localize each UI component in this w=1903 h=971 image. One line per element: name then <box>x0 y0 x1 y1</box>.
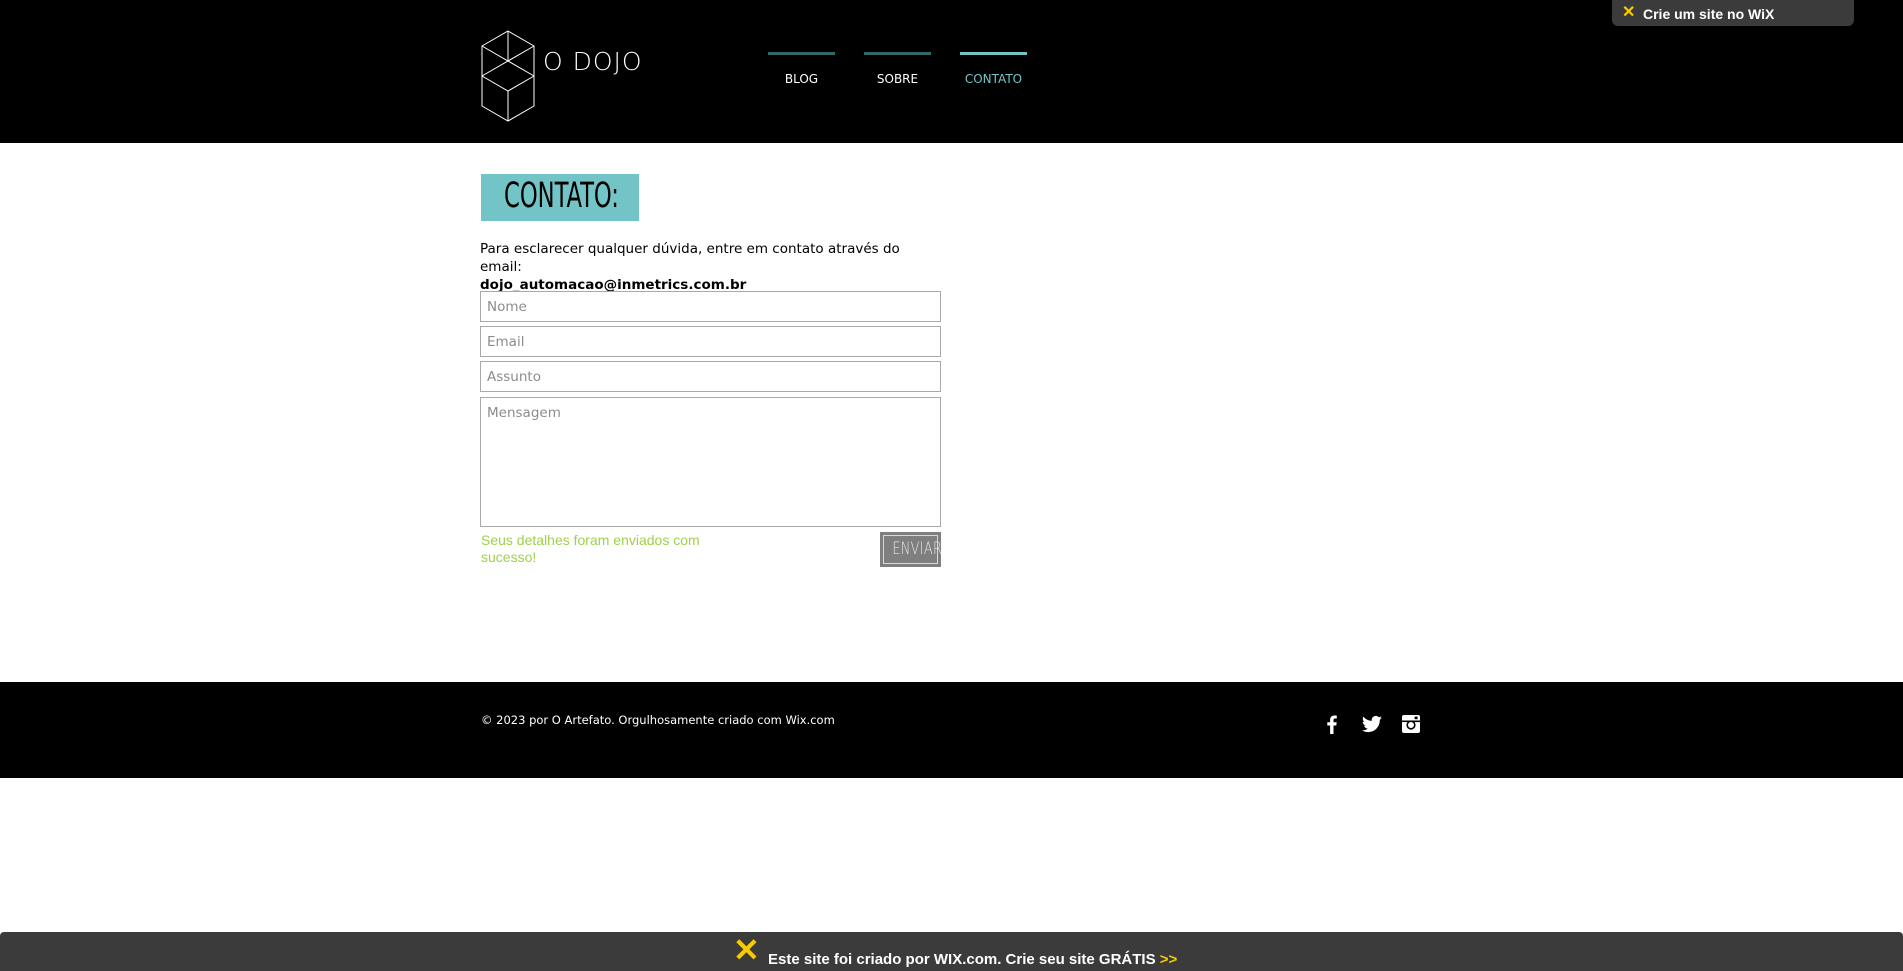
subject-field[interactable] <box>480 361 941 392</box>
wix-promo-banner[interactable]: ✕ Este site foi criado por WIX.com. Crie… <box>0 932 1903 971</box>
wix-x-icon: ✕ <box>733 932 760 968</box>
nav-item-blog[interactable]: BLOG <box>768 52 835 88</box>
success-message: Seus detalhes foram enviados com sucesso… <box>481 532 700 565</box>
message-field[interactable] <box>480 397 941 527</box>
send-button-label: ENVIAR <box>892 539 943 559</box>
site-footer: © 2023 por O Artefato. Orgulhosamente cr… <box>0 682 1903 778</box>
copyright-text: © 2023 por O Artefato. Orgulhosamente cr… <box>481 713 835 727</box>
instagram-icon[interactable] <box>1399 712 1423 736</box>
page-title: CONTATO: <box>504 176 619 216</box>
wix-banner-text: Este site foi criado por WIX.com. Crie s… <box>768 951 1177 968</box>
nav-item-sobre[interactable]: SOBRE <box>864 52 931 88</box>
send-button-frame: ENVIAR <box>883 535 942 564</box>
intro-text: Para esclarecer qualquer dúvida, entre e… <box>480 241 900 275</box>
hexagon-cube-logo-icon <box>481 30 535 122</box>
logo-text: O DOJO <box>543 47 643 76</box>
facebook-icon[interactable] <box>1320 712 1344 736</box>
name-field[interactable] <box>480 291 941 322</box>
send-button[interactable]: ENVIAR <box>880 532 942 567</box>
contact-title-box: CONTATO: <box>481 174 639 221</box>
wix-create-site-badge[interactable]: ✕ Crie um site no WiX <box>1612 0 1854 26</box>
wix-banner-arrows: >> <box>1159 951 1178 968</box>
contact-intro: Para esclarecer qualquer dúvida, entre e… <box>480 240 940 294</box>
wix-banner-message: Este site foi criado por WIX.com. Crie s… <box>768 951 1156 968</box>
site-logo[interactable]: O DOJO <box>480 30 650 122</box>
twitter-icon[interactable] <box>1360 712 1384 736</box>
nav-item-contato[interactable]: CONTATO <box>960 52 1027 88</box>
email-field[interactable] <box>480 326 941 357</box>
wix-x-icon: ✕ <box>1622 4 1636 21</box>
wix-badge-text: Crie um site no WiX <box>1643 6 1775 22</box>
